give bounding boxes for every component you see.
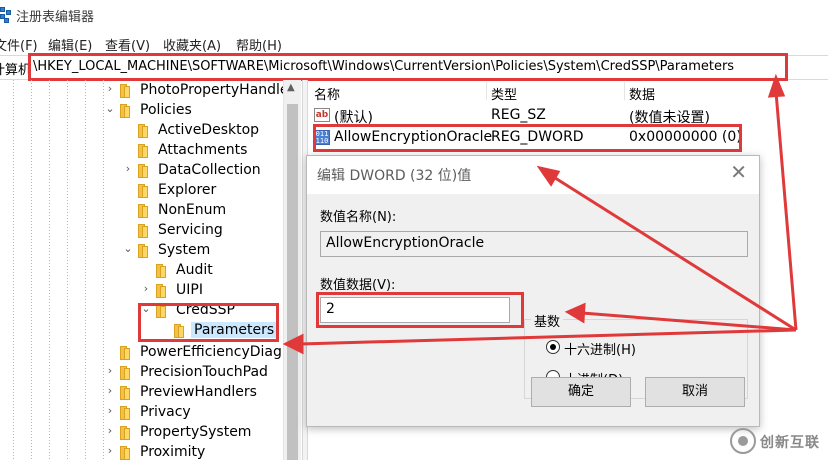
dialog-title: 编辑 DWORD (32 位)值: [317, 168, 472, 184]
scrollbar-thumb[interactable]: [287, 104, 298, 460]
folder-icon: [138, 224, 150, 238]
chevron-right-icon[interactable]: ›: [104, 424, 116, 437]
menu-file[interactable]: 文件(F): [0, 35, 38, 54]
title-bar: 注册表编辑器: [0, 0, 828, 30]
folder-icon: [120, 446, 132, 460]
folder-icon: [156, 284, 168, 298]
menu-view[interactable]: 查看(V): [105, 35, 150, 54]
menu-edit[interactable]: 编辑(E): [48, 35, 92, 54]
address-prefix: 计算机: [0, 63, 32, 78]
folder-icon: [138, 204, 150, 218]
chevron-down-icon[interactable]: ⌄: [122, 242, 134, 255]
chevron-right-icon[interactable]: ›: [122, 162, 134, 175]
folder-icon: [138, 184, 150, 198]
radio-hex-label[interactable]: 十六进制(H): [564, 339, 636, 358]
edit-dword-dialog: 编辑 DWORD (32 位)值 ✕ 数值名称(N): AllowEncrypt…: [306, 155, 760, 427]
value-row-highlight-box: [313, 124, 742, 152]
string-value-icon: ab: [314, 108, 330, 122]
value-name-field: AllowEncryptionOracle: [320, 231, 748, 257]
folder-icon: [120, 346, 132, 360]
list-item[interactable]: ab (默认) REG_SZ (数值未设置): [308, 104, 828, 126]
value-data-highlight-box: [316, 292, 524, 328]
folder-icon: [120, 104, 132, 118]
column-header-data[interactable]: 数据: [629, 84, 655, 103]
folder-icon: [156, 264, 168, 278]
menu-favorites[interactable]: 收藏夹(A): [163, 35, 221, 54]
folder-icon: [138, 244, 150, 258]
folder-icon: [120, 406, 132, 420]
close-icon[interactable]: ✕: [730, 161, 747, 183]
tree-scrollbar[interactable]: ▲: [283, 80, 301, 460]
chevron-right-icon[interactable]: ›: [104, 384, 116, 397]
ok-button[interactable]: 确定: [531, 377, 631, 407]
radio-hex[interactable]: [546, 340, 560, 354]
chevron-right-icon[interactable]: ›: [140, 282, 152, 295]
regedit-icon: [0, 7, 12, 23]
menu-help[interactable]: 帮助(H): [236, 35, 282, 54]
chevron-down-icon[interactable]: ⌄: [104, 102, 116, 115]
window-title: 注册表编辑器: [16, 10, 95, 25]
column-header-type[interactable]: 类型: [491, 84, 517, 103]
folder-icon: [120, 84, 132, 98]
column-header-name[interactable]: 名称: [314, 84, 340, 103]
registry-tree: › PhotoPropertyHandle ⌄ Policies ActiveD…: [0, 80, 302, 460]
scroll-up-icon[interactable]: ▲: [287, 82, 295, 93]
folder-icon: [120, 386, 132, 400]
folder-icon: [138, 124, 150, 138]
watermark-logo: 创新互联: [724, 424, 828, 460]
credssp-highlight-box: [138, 303, 279, 342]
chevron-right-icon[interactable]: ›: [104, 404, 116, 417]
value-name-label: 数值名称(N):: [320, 210, 397, 225]
address-highlight-box: [28, 53, 788, 81]
brand-logo-icon: [730, 428, 756, 454]
folder-icon: [120, 426, 132, 440]
chevron-right-icon[interactable]: ›: [104, 82, 116, 95]
base-label: 基数: [531, 311, 564, 330]
folder-icon: [138, 164, 150, 178]
chevron-right-icon[interactable]: ›: [104, 364, 116, 377]
folder-icon: [120, 366, 132, 380]
folder-icon: [138, 144, 150, 158]
menu-bar: 文件(F) 编辑(E) 查看(V) 收藏夹(A) 帮助(H): [0, 33, 828, 55]
cancel-button[interactable]: 取消: [645, 377, 745, 407]
value-data-label: 数值数据(V):: [320, 278, 396, 293]
chevron-right-icon[interactable]: ›: [104, 444, 116, 457]
